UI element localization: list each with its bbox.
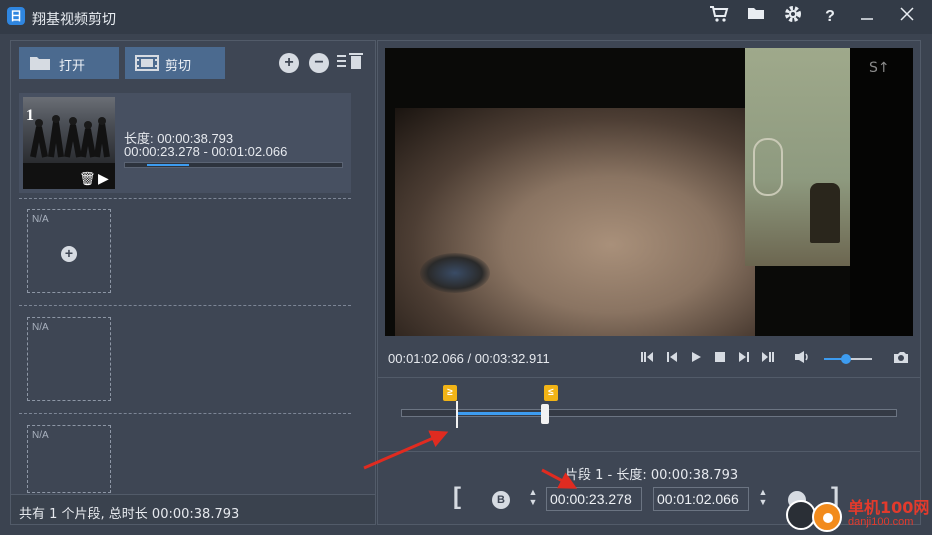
watermark-url: danji100.com [848, 516, 914, 528]
slot-label: N/A [32, 430, 49, 441]
film-icon [135, 55, 159, 71]
video-frame-figure [810, 183, 840, 243]
slot-divider [19, 305, 351, 306]
video-frame-mirror [753, 138, 783, 196]
app-icon: 日 [7, 7, 25, 25]
stop-icon[interactable] [710, 350, 730, 368]
trash-icon[interactable]: 🗑 [79, 171, 96, 187]
empty-slot[interactable]: N/A + [27, 209, 111, 293]
volume-slider[interactable] [824, 354, 872, 364]
add-clip-icon[interactable]: + [279, 53, 299, 73]
clip-number: 1 [26, 107, 34, 124]
start-marker-flag[interactable]: ≥ [443, 385, 457, 401]
clear-list-icon[interactable] [336, 52, 368, 74]
empty-slot[interactable]: N/A [27, 317, 111, 401]
end-time-field[interactable]: 00:01:02.066 [653, 487, 749, 511]
volume-icon[interactable] [792, 350, 812, 368]
cut-button-label: 剪切 [165, 59, 192, 74]
video-preview[interactable]: S↑ [385, 48, 913, 336]
camera-icon[interactable] [891, 350, 911, 368]
player-panel: S↑ 00:01:02.066 / 00:03:32.911 ≥ ≤ 片段 1 … [377, 40, 921, 525]
skip-to-end-icon[interactable] [758, 350, 778, 368]
title-bar: 日 翔基视频剪切 ? [0, 0, 932, 34]
divider [378, 377, 920, 378]
timeline-end-handle[interactable] [541, 404, 549, 424]
set-start-button[interactable]: [ [453, 483, 461, 511]
clip-thumbnail: 1 🗑 ▶ [23, 97, 115, 189]
empty-slot[interactable]: N/A [27, 425, 111, 493]
clip-item[interactable]: 1 🗑 ▶ 长度: 00:00:38.793 00:00:23.278 - 00… [19, 93, 351, 193]
slot-divider [19, 413, 351, 414]
open-button-label: 打开 [59, 59, 86, 74]
volume-knob[interactable] [840, 354, 851, 364]
window-title: 翔基视频剪切 [32, 12, 116, 28]
help-icon[interactable]: ? [817, 5, 843, 29]
segment-info: 片段 1 - 长度: 00:00:38.793 [565, 468, 739, 483]
play-button-icon[interactable] [686, 350, 706, 368]
play-icon[interactable]: ▶ [98, 170, 109, 187]
slot-add-icon[interactable]: + [61, 246, 77, 262]
prev-frame-icon[interactable] [662, 350, 682, 368]
clip-progress-fill [146, 164, 189, 166]
minimize-icon[interactable] [854, 5, 880, 29]
video-frame-face [395, 108, 755, 336]
status-bar: 共有 1 个片段, 总时长 00:00:38.793 [11, 494, 375, 524]
watermark-logo: 单机100网 danji100.com [786, 494, 932, 535]
folder-open-icon [29, 55, 51, 71]
clip-range: 00:00:23.278 - 00:01:02.066 [124, 144, 288, 159]
watermark-circle [812, 502, 842, 532]
clip-progress-bar [124, 162, 343, 168]
start-time-field[interactable]: 00:00:23.278 [546, 487, 642, 511]
slot-label: N/A [32, 322, 49, 333]
open-button[interactable]: 打开 [19, 47, 119, 79]
skip-to-start-icon[interactable] [637, 350, 657, 368]
cut-button[interactable]: 剪切 [125, 47, 225, 79]
start-time-stepper[interactable]: ▲ ▼ [526, 487, 540, 511]
clip-list-panel: 打开 剪切 + − 1 🗑 ▶ 长度: 00:00:38.793 00:00:2… [10, 40, 376, 525]
video-frame-shadow [850, 48, 913, 336]
timeline-start-line[interactable] [456, 401, 458, 428]
close-icon[interactable] [894, 5, 920, 29]
timeline-track[interactable] [401, 409, 897, 417]
folder-icon[interactable] [743, 5, 769, 29]
video-logo: S↑ [869, 60, 890, 76]
timeline-selection [456, 412, 546, 415]
end-marker-flag[interactable]: ≤ [544, 385, 558, 401]
cart-icon[interactable] [706, 5, 732, 29]
slot-label: N/A [32, 214, 49, 225]
end-time-stepper[interactable]: ▲ ▼ [756, 487, 770, 511]
watermark-text: 单机100网 [848, 498, 930, 517]
gear-icon[interactable] [780, 5, 806, 29]
slot-divider [19, 198, 351, 199]
time-readout: 00:01:02.066 / 00:03:32.911 [388, 351, 550, 366]
divider [378, 451, 920, 452]
video-frame-eye [420, 253, 490, 293]
b-button[interactable]: B [492, 491, 510, 509]
thumbnail-image [23, 97, 115, 163]
next-frame-icon[interactable] [734, 350, 754, 368]
remove-clip-icon[interactable]: − [309, 53, 329, 73]
